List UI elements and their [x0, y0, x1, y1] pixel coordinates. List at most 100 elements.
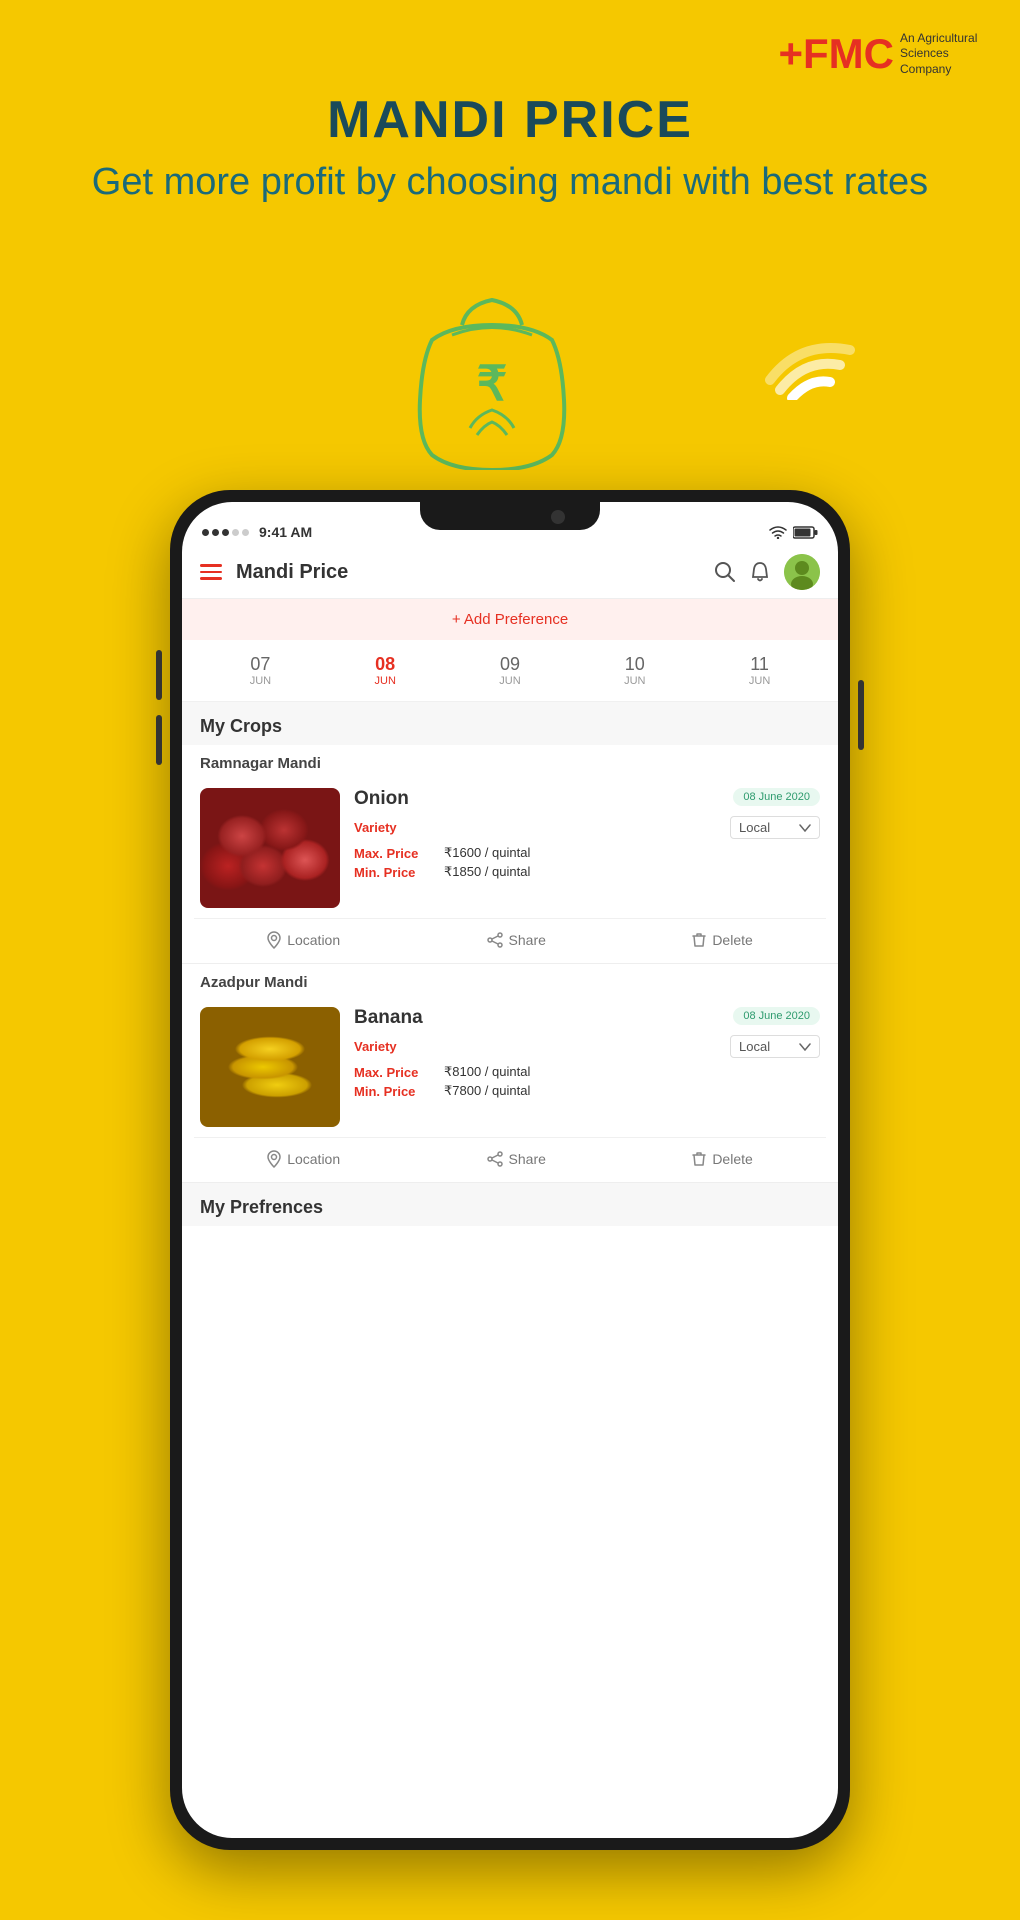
hamburger-line1	[200, 564, 222, 567]
ramnagar-mandi-title: Ramnagar Mandi	[182, 745, 838, 778]
onion-name: Onion	[354, 788, 409, 810]
location-label: Location	[287, 932, 340, 948]
wifi-signal-icon	[760, 320, 860, 400]
date-month-09: JUN	[499, 675, 520, 687]
header-icons	[714, 554, 820, 590]
date-item-11[interactable]: 11 JUN	[749, 654, 770, 687]
location-icon	[267, 931, 281, 949]
hero-section: MANDI PRICE Get more profit by choosing …	[0, 90, 1020, 207]
dot3	[222, 529, 229, 536]
app-header: Mandi Price	[182, 546, 838, 599]
banana-date-badge: 08 June 2020	[733, 1007, 820, 1025]
banana-min-price-label: Min. Price	[354, 1084, 434, 1099]
onion-crop-top: Onion 08 June 2020 Variety Local Max. Pr…	[194, 788, 826, 908]
my-preferences-section-title: My Prefrences	[182, 1183, 838, 1226]
onion-location-btn[interactable]: Location	[257, 927, 350, 953]
location-label-2: Location	[287, 1151, 340, 1167]
share-label: Share	[509, 932, 546, 948]
banana-location-btn[interactable]: Location	[257, 1146, 350, 1172]
date-month-08: JUN	[375, 675, 396, 687]
fmc-tagline: An AgriculturalSciences Company	[900, 31, 990, 78]
azadpur-mandi-title: Azadpur Mandi	[182, 964, 838, 997]
banana-pile-decoration	[200, 1007, 340, 1127]
banana-min-price-value: ₹7800 / quintal	[444, 1083, 530, 1099]
onion-share-btn[interactable]: Share	[477, 927, 556, 953]
onion-min-price-label: Min. Price	[354, 865, 434, 880]
date-num-07: 07	[250, 654, 271, 675]
share-label-2: Share	[509, 1151, 546, 1167]
banana-variety-row: Variety Local	[354, 1035, 820, 1058]
date-num-10: 10	[624, 654, 645, 675]
search-icon[interactable]	[714, 561, 736, 583]
chevron-down-icon-2	[799, 1043, 811, 1051]
status-time: 9:41 AM	[259, 524, 312, 540]
phone-notch	[420, 502, 600, 530]
dot4	[232, 529, 239, 536]
power-btn	[858, 680, 864, 750]
banana-image	[200, 1007, 340, 1127]
banana-share-btn[interactable]: Share	[477, 1146, 556, 1172]
signal-dots	[202, 529, 249, 536]
onion-variety-select[interactable]: Local	[730, 816, 820, 839]
banana-max-price-value: ₹8100 / quintal	[444, 1064, 530, 1080]
share-icon-2	[487, 1151, 503, 1167]
banana-min-price-row: Min. Price ₹7800 / quintal	[354, 1083, 820, 1099]
date-num-11: 11	[749, 654, 770, 675]
app-title: Mandi Price	[236, 561, 714, 584]
date-item-10[interactable]: 10 JUN	[624, 654, 645, 687]
banana-details: Banana 08 June 2020 Variety Local Max. P…	[354, 1007, 820, 1127]
banana-crop-card: Banana 08 June 2020 Variety Local Max. P…	[194, 997, 826, 1138]
phone-frame: 9:41 AM	[170, 490, 850, 1850]
onion-min-price-value: ₹1850 / quintal	[444, 864, 530, 880]
date-item-08[interactable]: 08 JUN	[375, 654, 396, 687]
dot5	[242, 529, 249, 536]
add-preference-bar[interactable]: + Add Preference	[182, 599, 838, 640]
banana-name: Banana	[354, 1007, 423, 1029]
date-month-07: JUN	[250, 675, 271, 687]
location-icon-2	[267, 1150, 281, 1168]
hamburger-line3	[200, 577, 222, 580]
hamburger-line2	[200, 571, 222, 574]
status-right	[769, 525, 818, 539]
my-crops-section-title: My Crops	[182, 702, 838, 745]
date-num-09: 09	[499, 654, 520, 675]
user-avatar[interactable]	[784, 554, 820, 590]
onion-variety-row: Variety Local	[354, 816, 820, 839]
onion-min-price-row: Min. Price ₹1850 / quintal	[354, 864, 820, 880]
onion-action-row: Location Share Delete	[182, 919, 838, 964]
vol-down-btn	[156, 715, 162, 765]
date-item-07[interactable]: 07 JUN	[250, 654, 271, 687]
vol-up-btn	[156, 650, 162, 700]
hero-title: MANDI PRICE	[0, 90, 1020, 150]
onion-max-price-row: Max. Price ₹1600 / quintal	[354, 845, 820, 861]
svg-text:₹: ₹	[477, 358, 508, 411]
onion-date-badge: 08 June 2020	[733, 788, 820, 806]
chevron-down-icon	[799, 824, 811, 832]
onion-image	[200, 788, 340, 908]
status-left: 9:41 AM	[202, 524, 312, 540]
grain-bag-icon: ₹	[402, 280, 582, 470]
status-battery-icon	[793, 526, 818, 539]
date-item-09[interactable]: 09 JUN	[499, 654, 520, 687]
onion-crop-card: Onion 08 June 2020 Variety Local Max. Pr…	[194, 778, 826, 919]
delete-label-2: Delete	[712, 1151, 752, 1167]
date-month-10: JUN	[624, 675, 645, 687]
onion-pile-decoration	[200, 788, 340, 908]
banana-header-row: Banana 08 June 2020	[354, 1007, 820, 1029]
banana-delete-btn[interactable]: Delete	[682, 1146, 762, 1172]
onion-variety-label: Variety	[354, 820, 397, 835]
onion-header-row: Onion 08 June 2020	[354, 788, 820, 810]
banana-crop-top: Banana 08 June 2020 Variety Local Max. P…	[194, 1007, 826, 1127]
fmc-logo: +FMC An AgriculturalSciences Company	[779, 30, 991, 78]
banana-variety-value: Local	[739, 1039, 770, 1054]
banana-variety-select[interactable]: Local	[730, 1035, 820, 1058]
onion-details: Onion 08 June 2020 Variety Local Max. Pr…	[354, 788, 820, 908]
banana-variety-label: Variety	[354, 1039, 397, 1054]
fmc-brand-text: +FMC	[779, 30, 895, 78]
delete-label: Delete	[712, 932, 752, 948]
date-picker: 07 JUN 08 JUN 09 JUN 10 JUN 11 JUN	[182, 640, 838, 702]
notification-icon[interactable]	[750, 561, 770, 583]
onion-variety-value: Local	[739, 820, 770, 835]
onion-delete-btn[interactable]: Delete	[682, 927, 762, 953]
hamburger-menu[interactable]	[200, 564, 222, 580]
